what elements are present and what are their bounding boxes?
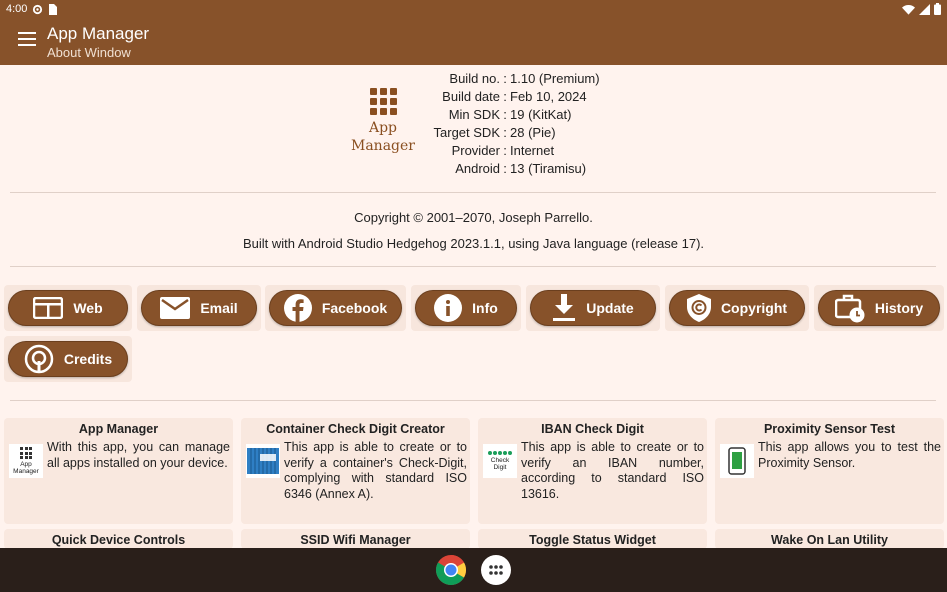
battery-icon [934, 3, 941, 15]
signal-icon [919, 3, 930, 15]
app-card-title: Toggle Status Widget [529, 533, 656, 547]
app-card-ssid-wifi[interactable]: SSID Wifi Manager [241, 529, 470, 549]
credits-button-label: Credits [63, 351, 113, 367]
build-info-row: Target SDK:28 (Pie) [433, 125, 556, 140]
email-button[interactable]: Email [141, 290, 257, 326]
app-card-wake-on-lan[interactable]: Wake On Lan Utility [715, 529, 944, 549]
phone-sensor-icon [720, 444, 754, 478]
app-card-title: Proximity Sensor Test [763, 422, 896, 436]
app-card-desc: This app allows you to test the Proximit… [758, 440, 941, 470]
navigation-bar [0, 548, 947, 592]
facebook-button-container: Facebook [265, 285, 406, 331]
history-button-label: History [874, 300, 924, 316]
divider [10, 400, 936, 401]
credits-button-container: Credits [4, 336, 132, 382]
divider [10, 192, 936, 193]
email-button-label: Email [200, 300, 238, 316]
build-info-row: Android:13 (Tiramisu) [455, 161, 587, 176]
app-card-title: IBAN Check Digit [541, 422, 644, 436]
sim-card-icon [49, 3, 58, 15]
check-digit-icon: Check Digit [483, 444, 517, 478]
info-button-label: Info [472, 300, 498, 316]
app-card-title: App Manager [78, 422, 159, 436]
chrome-icon[interactable] [435, 555, 467, 586]
copyright-shield-icon [686, 294, 711, 322]
build-info-row: Build no.:1.10 (Premium) [449, 71, 600, 86]
email-icon [160, 297, 191, 319]
web-button-label: Web [73, 300, 103, 316]
web-button[interactable]: Web [8, 290, 128, 326]
copyright-button-container: Copyright [665, 285, 809, 331]
update-button-label: Update [586, 300, 634, 316]
app-card-title: SSID Wifi Manager [300, 533, 411, 547]
facebook-button[interactable]: Facebook [269, 290, 402, 326]
history-button-container: History [814, 285, 944, 331]
update-button[interactable]: Update [530, 290, 656, 326]
app-title: App Manager [47, 24, 150, 43]
app-card-quick-device-controls[interactable]: Quick Device Controls [4, 529, 233, 549]
app-card-app-manager[interactable]: App Manager App Manager With this app, y… [4, 418, 233, 524]
container-icon [246, 444, 280, 478]
copyright-text: Copyright © 2001–2070, Joseph Parrello. [354, 210, 593, 225]
status-bar: 4:00 [0, 0, 947, 18]
divider [10, 266, 936, 267]
settings-icon [33, 4, 43, 14]
history-briefcase-icon [834, 294, 865, 323]
built-with-text: Built with Android Studio Hedgehog 2023.… [242, 236, 705, 251]
app-card-title: Container Check Digit Creator [266, 422, 445, 436]
app-logo: App Manager [350, 88, 416, 155]
build-info-row: Provider: Internet [451, 143, 555, 158]
copyright-button[interactable]: Copyright [669, 290, 805, 326]
menu-icon[interactable] [18, 32, 36, 48]
app-card-desc: This app is able to create or to verify … [521, 440, 704, 501]
copyright-button-label: Copyright [720, 300, 788, 316]
email-button-container: Email [137, 285, 261, 331]
logo-line-1: App [368, 120, 398, 136]
wifi-icon [902, 4, 915, 15]
info-icon [434, 294, 463, 322]
build-info-row: Build date: Feb 10, 2024 [442, 89, 587, 104]
history-button[interactable]: History [818, 290, 940, 326]
app-card-container-check[interactable]: Container Check Digit Creator This app i… [241, 418, 470, 524]
build-info-row: Min SDK:19 (KitKat) [448, 107, 572, 122]
app-grid-icon [369, 88, 397, 115]
credits-button[interactable]: Credits [8, 341, 128, 377]
app-card-title: Quick Device Controls [51, 533, 186, 547]
info-button[interactable]: Info [415, 290, 517, 326]
app-card-title: Wake On Lan Utility [771, 533, 888, 547]
info-button-container: Info [411, 285, 521, 331]
credits-icon [24, 344, 54, 374]
app-drawer-icon[interactable] [481, 555, 511, 585]
app-card-desc: This app is able to create or to verify … [284, 440, 467, 501]
build-info: Build no.:1.10 (Premium) Build date: Feb … [420, 70, 600, 178]
update-button-container: Update [526, 285, 660, 331]
app-card-iban-check[interactable]: IBAN Check Digit Check Digit This app is… [478, 418, 707, 524]
app-card-proximity[interactable]: Proximity Sensor Test This app allows yo… [715, 418, 944, 524]
app-manager-icon: App Manager [9, 444, 43, 478]
app-bar: App Manager About Window [0, 18, 947, 65]
app-card-desc: With this app, you can manage all apps i… [47, 440, 230, 470]
app-card-toggle-status[interactable]: Toggle Status Widget [478, 529, 707, 549]
download-icon [553, 294, 576, 321]
web-icon [33, 297, 64, 319]
facebook-icon [283, 294, 312, 322]
logo-line-2: Manager [351, 138, 415, 154]
status-time: 4:00 [6, 3, 28, 15]
app-subtitle: About Window [47, 45, 131, 60]
facebook-button-label: Facebook [321, 300, 388, 316]
web-button-container: Web [4, 285, 132, 331]
